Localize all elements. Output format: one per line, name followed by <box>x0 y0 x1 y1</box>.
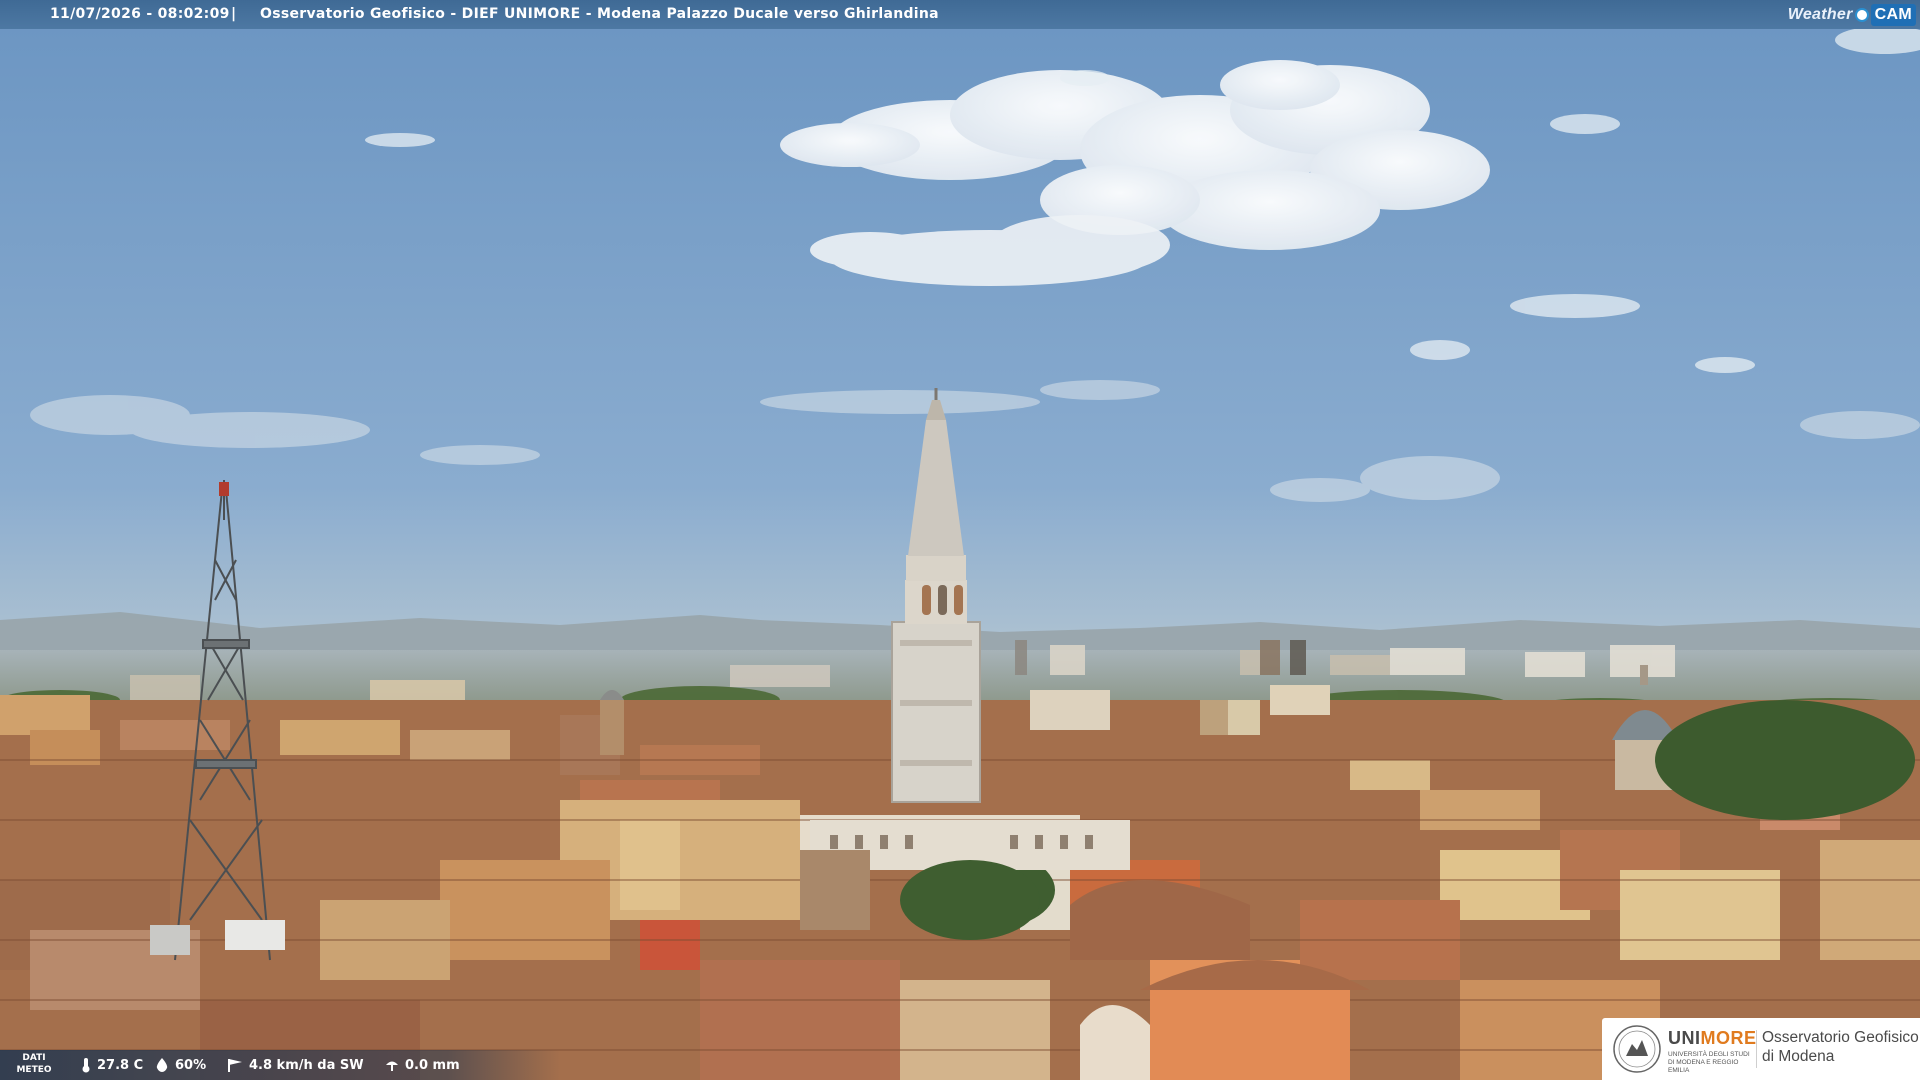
temperature-value: 27.8 C <box>97 1057 144 1073</box>
wind-reading: 4.8 km/h da SW <box>226 1057 364 1073</box>
weather-data-bar: DATI METEO 27.8 C 60% 4.8 km/h da SW 0.0… <box>0 1050 560 1080</box>
university-seal-icon <box>1613 1025 1661 1073</box>
observatory-name-line1: Osservatorio Geofisico <box>1762 1029 1919 1046</box>
wind-value: 4.8 km/h da SW <box>249 1057 364 1073</box>
uni-text: UNI <box>1668 1028 1701 1048</box>
weather-data-label: DATI METEO <box>10 1052 58 1076</box>
brand-weather-text: Weather <box>1787 5 1853 23</box>
weathercam-logo: Weather CAM <box>1788 0 1920 29</box>
logo-divider <box>1756 1030 1757 1068</box>
humidity-drop-icon <box>156 1058 168 1072</box>
webcam-image <box>0 0 1920 1080</box>
observatory-name-line2: di Modena <box>1762 1048 1835 1065</box>
capture-timestamp: 11/07/2026 - 08:02:09 <box>50 6 230 22</box>
thermometer-icon <box>82 1058 90 1073</box>
temperature-reading: 27.8 C <box>80 1057 143 1073</box>
unimore-wordmark: UNIMORE <box>1668 1028 1757 1049</box>
observatory-name: Osservatorio Geofisico di Modena <box>1762 1028 1919 1066</box>
header-separator: | <box>231 6 237 22</box>
weather-label-line2: METEO <box>16 1065 52 1075</box>
webcam-frame: 11/07/2026 - 08:02:09 | Osservatorio Geo… <box>0 0 1920 1080</box>
lens-icon <box>1854 7 1869 22</box>
wind-vane-icon <box>228 1059 242 1072</box>
university-full-name: UNIVERSITÀ DEGLI STUDI DI MODENA E REGGI… <box>1668 1051 1750 1074</box>
rain-reading: 0.0 mm <box>384 1057 460 1073</box>
brand-cam-text: CAM <box>1870 3 1916 26</box>
more-text: MORE <box>1700 1028 1757 1048</box>
weather-label-line1: DATI <box>22 1053 46 1063</box>
camera-header-bar: 11/07/2026 - 08:02:09 | Osservatorio Geo… <box>0 0 1920 29</box>
humidity-reading: 60% <box>154 1057 206 1073</box>
camera-title: Osservatorio Geofisico - DIEF UNIMORE - … <box>260 6 939 22</box>
unimore-logo: UNIMORE UNIVERSITÀ DEGLI STUDI DI MODENA… <box>1602 1018 1920 1080</box>
rain-icon <box>386 1061 398 1071</box>
humidity-value: 60% <box>175 1057 207 1073</box>
rain-value: 0.0 mm <box>405 1057 460 1073</box>
